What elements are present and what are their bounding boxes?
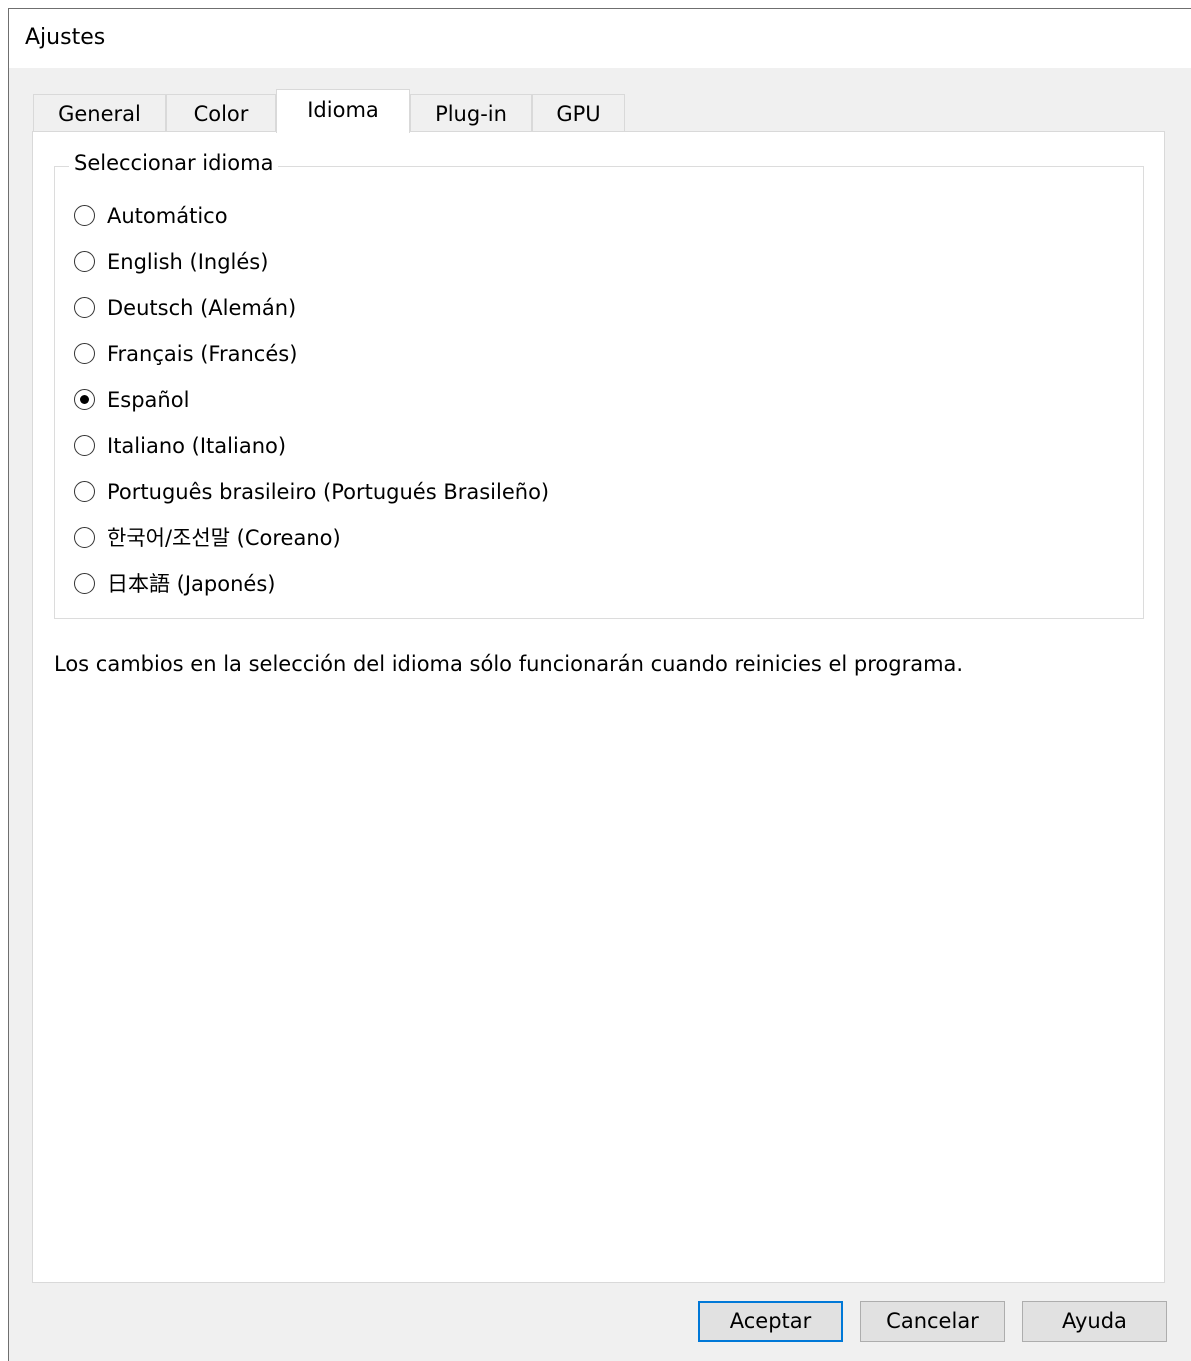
radio-button[interactable] [74, 481, 95, 502]
radio-button-selected[interactable] [74, 389, 95, 410]
language-label: Deutsch (Alemán) [107, 296, 297, 320]
tab-color[interactable]: Color [166, 94, 276, 132]
window-title: Ajustes [25, 25, 106, 50]
language-label: Español [107, 388, 190, 412]
language-label: 日本語 (Japonés) [107, 572, 276, 596]
settings-dialog: Ajustes General Color Idioma Plug-in GPU… [8, 8, 1191, 1361]
radio-button[interactable] [74, 205, 95, 226]
language-option-italiano[interactable]: Italiano (Italiano) [74, 432, 549, 478]
language-radio-list: Automático English (Inglés) Deutsch (Ale… [74, 202, 549, 616]
title-bar[interactable]: Ajustes [9, 9, 1191, 68]
language-label: 한국어/조선말 (Coreano) [107, 526, 341, 550]
ok-button[interactable]: Aceptar [698, 1301, 843, 1342]
radio-button[interactable] [74, 527, 95, 548]
radio-button[interactable] [74, 343, 95, 364]
help-button[interactable]: Ayuda [1022, 1301, 1167, 1342]
language-label: Português brasileiro (Portugués Brasileñ… [107, 480, 550, 504]
radio-button[interactable] [74, 297, 95, 318]
radio-button[interactable] [74, 435, 95, 456]
language-option-auto[interactable]: Automático [74, 202, 549, 248]
language-option-deutsch[interactable]: Deutsch (Alemán) [74, 294, 549, 340]
language-label: English (Inglés) [107, 250, 269, 274]
language-label: Italiano (Italiano) [107, 434, 287, 458]
language-option-korean[interactable]: 한국어/조선말 (Coreano) [74, 524, 549, 570]
tab-panel-idioma: Seleccionar idioma Automático English (I… [32, 131, 1165, 1283]
tab-idioma[interactable]: Idioma [276, 89, 410, 133]
language-option-espanol[interactable]: Español [74, 386, 549, 432]
language-option-japanese[interactable]: 日本語 (Japonés) [74, 570, 549, 616]
tab-general[interactable]: General [33, 94, 166, 132]
radio-button[interactable] [74, 573, 95, 594]
tab-gpu[interactable]: GPU [532, 94, 625, 132]
language-groupbox: Seleccionar idioma Automático English (I… [54, 151, 1144, 619]
language-label: Français (Francés) [107, 342, 298, 366]
language-option-portugues[interactable]: Português brasileiro (Portugués Brasileñ… [74, 478, 549, 524]
language-option-francais[interactable]: Français (Francés) [74, 340, 549, 386]
restart-note: Los cambios en la selección del idioma s… [54, 652, 964, 676]
tab-plugin[interactable]: Plug-in [410, 94, 532, 132]
language-label: Automático [107, 204, 228, 228]
cancel-button[interactable]: Cancelar [860, 1301, 1005, 1342]
language-option-english[interactable]: English (Inglés) [74, 248, 549, 294]
group-legend: Seleccionar idioma [69, 151, 279, 175]
radio-button[interactable] [74, 251, 95, 272]
